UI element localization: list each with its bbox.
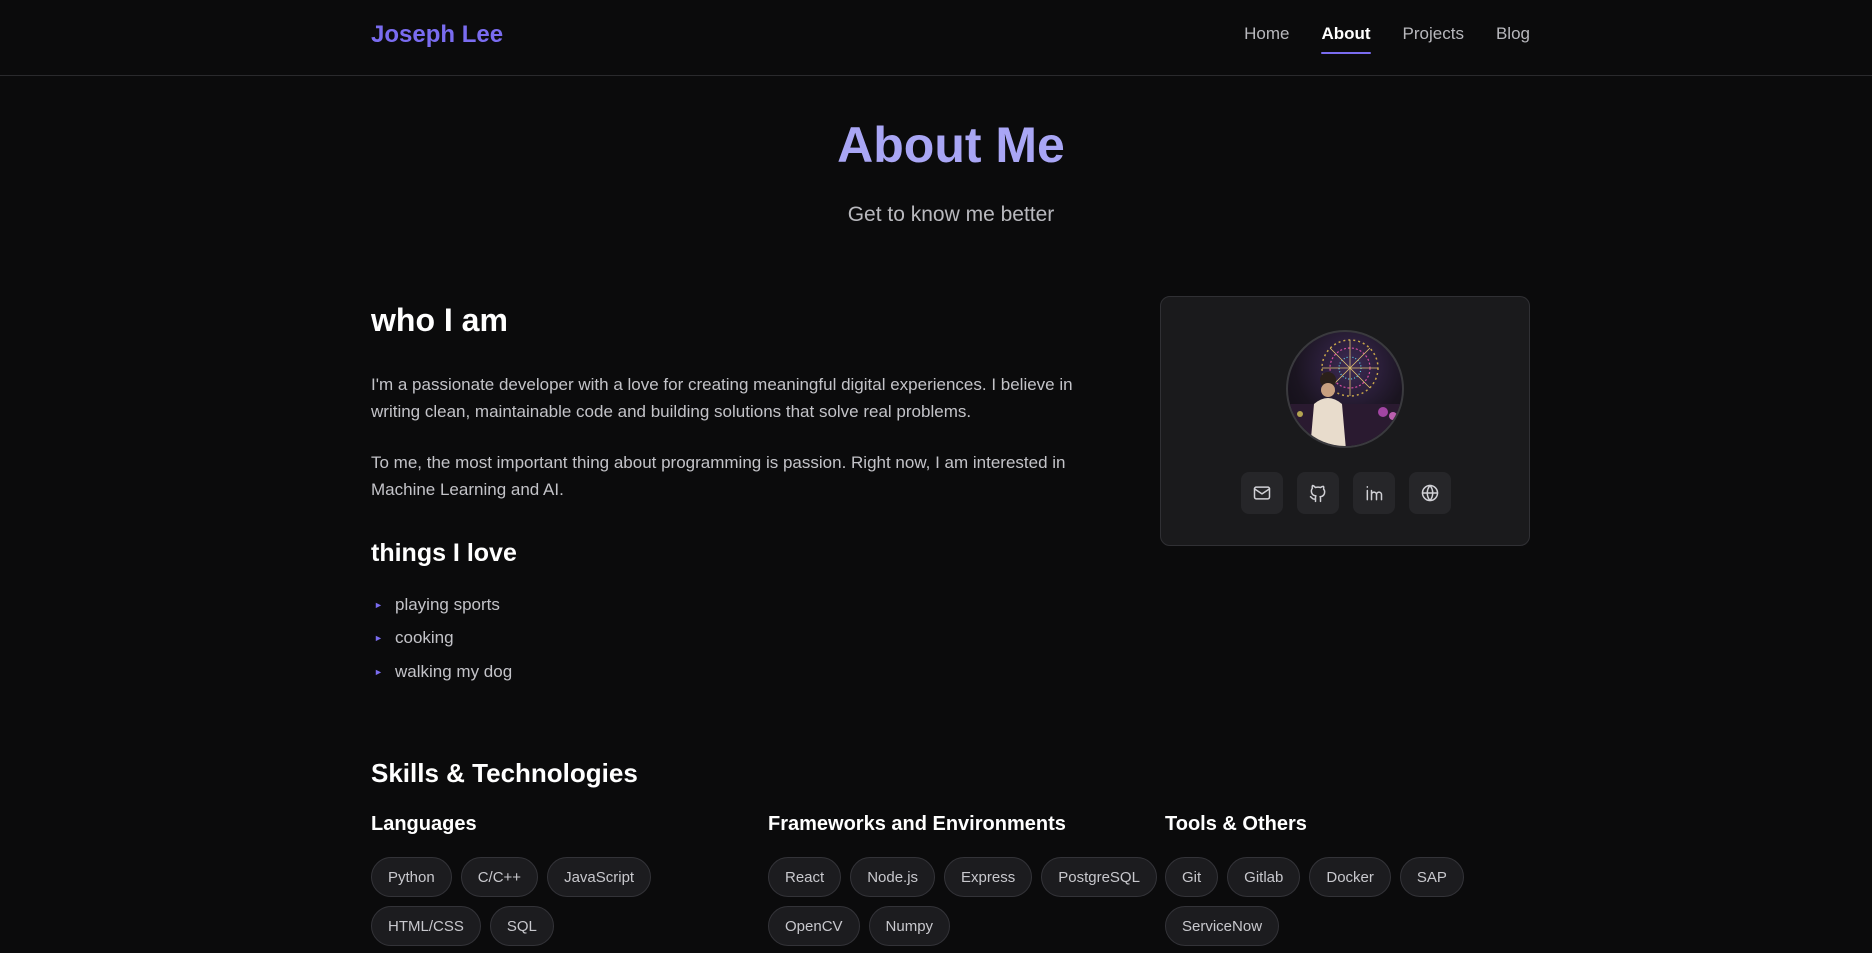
skill-chip: ServiceNow (1165, 906, 1280, 946)
skill-chip: PostgreSQL (1041, 857, 1157, 897)
triangle-bullet-icon: ► (374, 666, 383, 677)
skill-group-frameworks: Frameworks and Environments React Node.j… (768, 813, 1158, 946)
skill-chip: Python (371, 857, 452, 897)
skill-chip: React (768, 857, 842, 897)
skill-group-languages: Languages Python C/C++ JavaScript HTML/C… (371, 813, 761, 946)
love-item-label: playing sports (395, 594, 500, 614)
github-icon (1309, 484, 1326, 503)
profile-card (1160, 296, 1530, 546)
mail-icon (1253, 486, 1271, 500)
list-item: ► playing sports (371, 588, 512, 622)
skill-chip: JavaScript (547, 857, 652, 897)
skill-chip: Numpy (868, 906, 951, 946)
avatar-photo (1288, 339, 1402, 446)
skill-chip: Express (944, 857, 1033, 897)
list-item: ► cooking (371, 622, 512, 656)
skill-group-title: Languages (371, 813, 477, 835)
triangle-bullet-icon: ► (374, 633, 383, 644)
skill-chips: Python C/C++ JavaScript HTML/CSS SQL (371, 857, 761, 946)
skill-chip: Git (1165, 857, 1219, 897)
skill-chip: OpenCV (768, 906, 860, 946)
skill-chip: SAP (1399, 857, 1464, 897)
nav-links: Home About Projects Blog (1244, 24, 1530, 54)
top-nav: Joseph Lee Home About Projects Blog (0, 0, 1872, 76)
who-i-am-heading: who I am (371, 302, 508, 338)
love-item-label: walking my dog (395, 661, 513, 681)
skill-group-tools: Tools & Others Git Gitlab Docker SAP Ser… (1165, 813, 1535, 946)
skill-group-title: Tools & Others (1165, 813, 1307, 835)
things-i-love-heading: things I love (371, 539, 517, 567)
skill-chip: C/C++ (460, 857, 539, 897)
page-subtitle: Get to know me better (847, 203, 1055, 226)
love-item-label: cooking (395, 628, 454, 648)
loves-list: ► playing sports ► cooking ► walking my … (371, 588, 512, 689)
triangle-bullet-icon: ► (374, 599, 383, 610)
page-title: About Me (837, 117, 1065, 173)
github-button[interactable] (1297, 472, 1339, 514)
skill-chips: Git Gitlab Docker SAP ServiceNow (1165, 857, 1535, 946)
linkedin-button[interactable] (1353, 472, 1395, 514)
linkedin-icon (1366, 486, 1383, 501)
skills-heading: Skills & Technologies (371, 758, 638, 788)
social-links (1241, 472, 1451, 514)
brand-logo[interactable]: Joseph Lee (371, 21, 503, 49)
skill-chips: React Node.js Express PostgreSQL OpenCV … (768, 857, 1158, 946)
list-item: ► walking my dog (371, 655, 512, 689)
skill-chip: Node.js (850, 857, 936, 897)
about-paragraph-1: I'm a passionate developer with a love f… (371, 375, 1073, 421)
skill-chip: SQL (489, 906, 554, 946)
skill-chip: Docker (1309, 857, 1391, 897)
nav-link-blog[interactable]: Blog (1496, 24, 1530, 44)
website-button[interactable] (1409, 472, 1451, 514)
about-paragraph-2: To me, the most important thing about pr… (371, 453, 1066, 499)
nav-link-home[interactable]: Home (1244, 24, 1289, 44)
nav-link-projects[interactable]: Projects (1403, 24, 1464, 44)
skill-chip: Gitlab (1227, 857, 1301, 897)
skill-chip: HTML/CSS (371, 906, 481, 946)
email-button[interactable] (1241, 472, 1283, 514)
avatar (1286, 330, 1404, 448)
skill-group-title: Frameworks and Environments (768, 813, 1066, 835)
nav-link-about[interactable]: About (1321, 24, 1371, 54)
globe-icon (1421, 484, 1439, 502)
